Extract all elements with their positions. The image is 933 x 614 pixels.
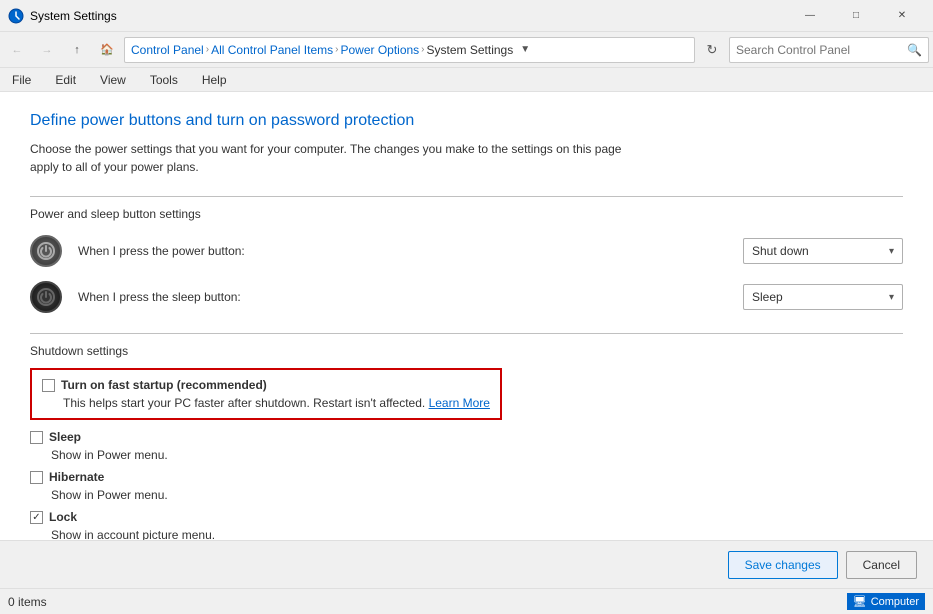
lock-checkbox[interactable]: ✓ [30, 511, 43, 524]
menu-help[interactable]: Help [198, 71, 231, 89]
hibernate-option-label: Hibernate [49, 470, 104, 484]
lock-option-row: ✓ Lock Show in account picture menu. [30, 510, 903, 540]
lock-option-desc: Show in account picture menu. [51, 528, 903, 540]
power-sleep-section-title: Power and sleep button settings [30, 207, 903, 221]
menu-bar: File Edit View Tools Help [0, 68, 933, 92]
maximize-button[interactable]: □ [833, 0, 879, 32]
sleep-button-icon [30, 281, 62, 313]
search-icon: 🔍 [907, 43, 922, 57]
fast-startup-desc: This helps start your PC faster after sh… [63, 396, 490, 410]
sleep-option-label: Sleep [49, 430, 81, 444]
search-box: 🔍 [729, 37, 929, 63]
shutdown-section-title: Shutdown settings [30, 344, 903, 358]
divider-2 [30, 333, 903, 334]
hibernate-option-desc: Show in Power menu. [51, 488, 903, 502]
power-button-dropdown[interactable]: Shut down ▾ [743, 238, 903, 264]
power-button-icon [30, 235, 62, 267]
fast-startup-checkbox-row: Turn on fast startup (recommended) [42, 378, 490, 392]
power-button-value: Shut down [752, 244, 809, 258]
fast-startup-checkbox[interactable] [42, 379, 55, 392]
save-changes-button[interactable]: Save changes [728, 551, 838, 579]
menu-view[interactable]: View [96, 71, 130, 89]
content-area: Define power buttons and turn on passwor… [0, 92, 933, 540]
home-button[interactable]: 🏠 [94, 37, 120, 63]
fast-startup-label: Turn on fast startup (recommended) [61, 378, 267, 392]
sleep-dropdown-arrow: ▾ [889, 292, 894, 303]
sleep-button-value: Sleep [752, 290, 783, 304]
power-settings-section: Power and sleep button settings When I p… [30, 207, 903, 313]
breadcrumb-all-items[interactable]: All Control Panel Items [211, 43, 333, 57]
sleep-option-row: Sleep Show in Power menu. [30, 430, 903, 462]
learn-more-link[interactable]: Learn More [429, 396, 490, 410]
sleep-checkbox[interactable] [30, 431, 43, 444]
menu-file[interactable]: File [8, 71, 35, 89]
breadcrumb-control-panel[interactable]: Control Panel [131, 43, 204, 57]
window-controls: — □ ✕ [787, 0, 925, 32]
main-content: Define power buttons and turn on passwor… [0, 92, 933, 540]
minimize-button[interactable]: — [787, 0, 833, 32]
power-button-row: When I press the power button: Shut down… [30, 235, 903, 267]
menu-edit[interactable]: Edit [51, 71, 80, 89]
refresh-button[interactable]: ↻ [699, 37, 725, 63]
window-title: System Settings [30, 9, 787, 23]
power-button-label: When I press the power button: [78, 244, 727, 258]
app-icon [8, 8, 24, 24]
navigation-bar: ← → ↑ 🏠 Control Panel › All Control Pane… [0, 32, 933, 68]
back-button[interactable]: ← [4, 37, 30, 63]
menu-tools[interactable]: Tools [146, 71, 182, 89]
up-button[interactable]: ↑ [64, 37, 90, 63]
computer-icon: 🖥 [853, 595, 867, 608]
status-bar: 0 items 🖥 Computer [0, 588, 933, 614]
computer-label: 🖥 Computer [847, 593, 925, 610]
power-dropdown-arrow: ▾ [889, 246, 894, 257]
lock-option-label: Lock [49, 510, 77, 524]
breadcrumb-power-options[interactable]: Power Options [340, 43, 419, 57]
lock-checkmark: ✓ [32, 512, 40, 523]
page-description: Choose the power settings that you want … [30, 140, 630, 176]
search-input[interactable] [736, 43, 907, 57]
close-button[interactable]: ✕ [879, 0, 925, 32]
hibernate-option-row: Hibernate Show in Power menu. [30, 470, 903, 502]
sleep-button-label: When I press the sleep button: [78, 290, 727, 304]
shutdown-section: Shutdown settings Turn on fast startup (… [30, 344, 903, 540]
sleep-option-desc: Show in Power menu. [51, 448, 903, 462]
breadcrumb-dropdown[interactable]: ▼ [515, 37, 535, 63]
breadcrumb-current: System Settings [427, 43, 514, 57]
divider-1 [30, 196, 903, 197]
cancel-button[interactable]: Cancel [846, 551, 917, 579]
sleep-button-row: When I press the sleep button: Sleep ▾ [30, 281, 903, 313]
status-right: 🖥 Computer [847, 593, 925, 610]
forward-button[interactable]: → [34, 37, 60, 63]
footer-bar: Save changes Cancel [0, 540, 933, 588]
sleep-button-dropdown[interactable]: Sleep ▾ [743, 284, 903, 310]
breadcrumb: Control Panel › All Control Panel Items … [124, 37, 695, 63]
status-items-count: 0 items [8, 595, 47, 609]
fast-startup-box: Turn on fast startup (recommended) This … [30, 368, 502, 420]
page-heading: Define power buttons and turn on passwor… [30, 112, 903, 130]
title-bar: System Settings — □ ✕ [0, 0, 933, 32]
hibernate-checkbox[interactable] [30, 471, 43, 484]
